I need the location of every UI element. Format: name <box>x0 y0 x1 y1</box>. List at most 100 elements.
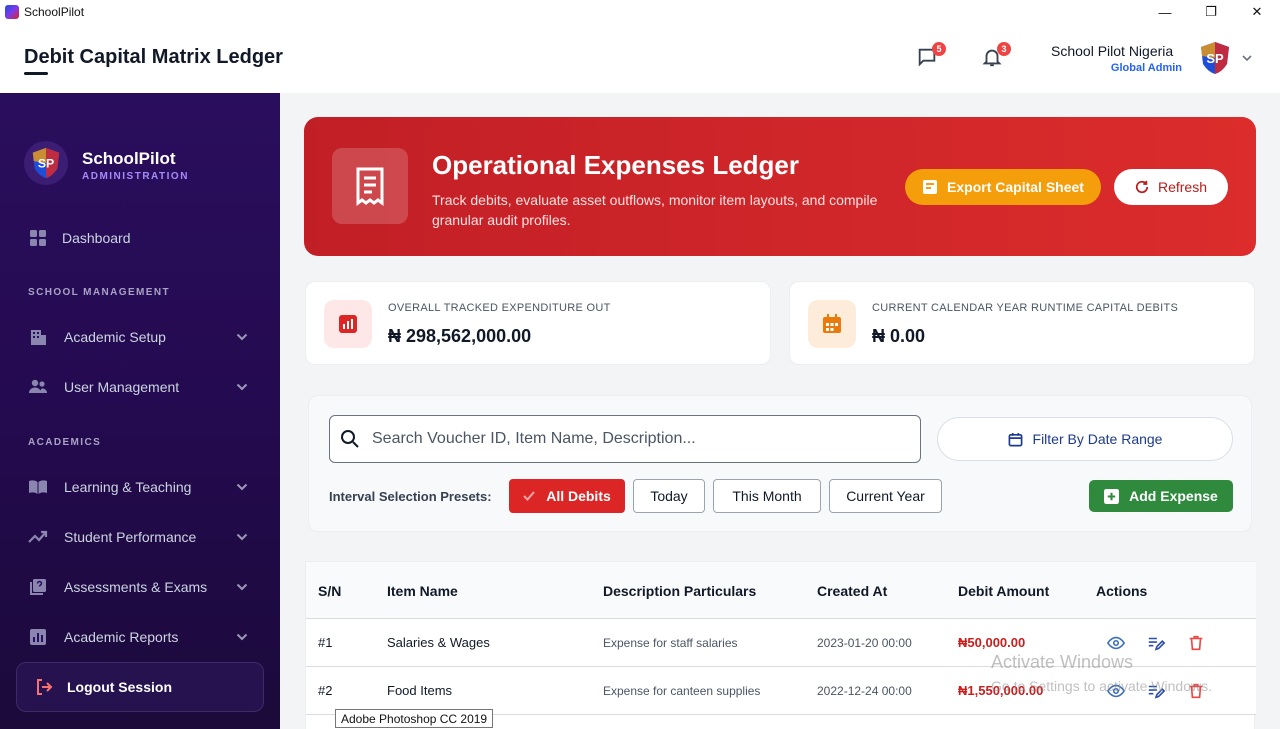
export-capital-sheet-button[interactable]: Export Capital Sheet <box>905 169 1101 205</box>
sidebar-item-dashboard[interactable]: Dashboard <box>28 224 252 252</box>
refresh-icon <box>1135 180 1149 194</box>
check-icon <box>523 491 535 501</box>
chevron-down-icon[interactable] <box>1241 52 1253 64</box>
hero-description: Track debits, evaluate asset outflows, m… <box>432 192 878 228</box>
column-header-item: Item Name <box>387 583 458 599</box>
cell-sn: #2 <box>318 683 333 698</box>
edit-note-icon[interactable] <box>1147 634 1165 652</box>
search-field[interactable] <box>329 415 921 463</box>
sidebar-item-academic-setup[interactable]: Academic Setup <box>28 323 252 351</box>
calendar-icon <box>808 300 856 348</box>
close-button[interactable]: ✕ <box>1234 0 1280 24</box>
brand-subtitle: ADMINISTRATION <box>82 171 189 182</box>
sidebar-item-label: User Management <box>64 379 180 395</box>
cell-item: Food Items <box>387 683 453 698</box>
user-name: School Pilot Nigeria <box>1051 43 1174 59</box>
brand-logo: SP <box>24 141 68 185</box>
window-titlebar: SchoolPilot — ❐ ✕ <box>0 0 1280 24</box>
section-academics: ACADEMICS <box>28 437 102 448</box>
sidebar-item-label: Assessments & Exams <box>64 579 208 595</box>
activate-windows-watermark: Activate Windows Go to Settings to activ… <box>991 652 1212 694</box>
stat-card-current-year: CURRENT CALENDAR YEAR RUNTIME CAPITAL DE… <box>789 281 1255 365</box>
chevron-down-icon <box>236 333 248 341</box>
preset-all-debits[interactable]: All Debits <box>509 479 625 513</box>
view-eye-icon[interactable] <box>1107 634 1125 652</box>
notifications-badge: 3 <box>997 42 1011 56</box>
plus-square-icon <box>1104 488 1120 504</box>
logout-button[interactable]: Logout Session <box>16 662 264 712</box>
minimize-button[interactable]: — <box>1142 0 1188 24</box>
sidebar-item-label: Academic Reports <box>64 629 179 645</box>
svg-text:SP: SP <box>1206 51 1224 66</box>
sidebar-item-user-management[interactable]: User Management <box>28 373 252 401</box>
cell-created: 2022-12-24 00:00 <box>817 684 912 698</box>
cell-item: Salaries & Wages <box>387 635 490 650</box>
watermark-title: Activate Windows <box>991 652 1134 672</box>
schoolpilot-app-icon <box>5 5 19 19</box>
window-title: SchoolPilot <box>24 5 85 19</box>
sidebar-item-student-performance[interactable]: Student Performance <box>28 523 252 551</box>
hero-banner: Operational Expenses Ledger Track debits… <box>304 117 1256 256</box>
chevron-down-icon <box>236 583 248 591</box>
expenses-table: S/N Item Name Description Particulars Cr… <box>305 561 1256 729</box>
stat-value: ₦ 0.00 <box>872 326 926 346</box>
preset-label: All Debits <box>546 488 611 504</box>
maximize-button[interactable]: ❐ <box>1188 0 1234 24</box>
chevron-down-icon <box>236 383 248 391</box>
add-expense-button[interactable]: Add Expense <box>1089 480 1233 512</box>
column-header-actions: Actions <box>1096 583 1148 599</box>
calendar-icon <box>1008 432 1022 446</box>
preset-current-year[interactable]: Current Year <box>829 479 942 513</box>
refresh-label: Refresh <box>1157 179 1208 195</box>
users-icon <box>28 377 48 397</box>
sidebar-item-academic-reports[interactable]: Academic Reports <box>28 623 252 651</box>
delete-trash-icon[interactable] <box>1187 634 1205 652</box>
chevron-down-icon <box>236 633 248 641</box>
cell-created: 2023-01-20 00:00 <box>817 636 912 650</box>
schoolpilot-shield-icon: SP <box>32 147 60 179</box>
preset-today[interactable]: Today <box>633 479 705 513</box>
column-header-sn: S/N <box>318 583 342 599</box>
taskbar-tooltip: Adobe Photoshop CC 2019 <box>335 709 494 728</box>
section-school-management: SCHOOL MANAGEMENT <box>28 287 170 298</box>
chevron-down-icon <box>236 483 248 491</box>
file-export-icon <box>923 180 938 194</box>
table-header: S/N Item Name Description Particulars Cr… <box>306 562 1256 619</box>
column-header-amount: Debit Amount <box>958 583 1050 599</box>
filter-date-range-button[interactable]: Filter By Date Range <box>937 417 1233 461</box>
user-role: Global Admin <box>1110 62 1182 74</box>
stat-value: ₦ 298,562,000.00 <box>388 326 532 346</box>
book-icon <box>28 477 48 497</box>
watermark-subtitle: Go to Settings to activate Windows. <box>991 678 1212 694</box>
add-expense-label: Add Expense <box>1129 488 1218 504</box>
sidebar-item-assessments-exams[interactable]: Assessments & Exams <box>28 573 252 601</box>
stat-label: CURRENT CALENDAR YEAR RUNTIME CAPITAL DE… <box>872 302 1179 314</box>
page-title-underline <box>24 72 48 75</box>
logout-label: Logout Session <box>67 679 172 695</box>
bar-chart-icon <box>28 627 48 647</box>
sidebar-item-label: Dashboard <box>62 230 131 246</box>
sidebar-item-learning-teaching[interactable]: Learning & Teaching <box>28 473 252 501</box>
column-header-description: Description Particulars <box>603 583 757 599</box>
sidebar: SP SchoolPilot ADMINISTRATION Dashboard … <box>0 93 280 729</box>
preset-this-month[interactable]: This Month <box>713 479 821 513</box>
receipt-icon <box>332 148 408 224</box>
filter-panel: Filter By Date Range Interval Selection … <box>308 395 1252 532</box>
avatar[interactable]: SP <box>1197 40 1233 76</box>
refresh-button[interactable]: Refresh <box>1114 169 1228 205</box>
export-label: Export Capital Sheet <box>947 179 1084 195</box>
column-header-created: Created At <box>817 583 888 599</box>
date-range-label: Filter By Date Range <box>1032 431 1163 447</box>
notifications-button[interactable]: 3 <box>981 42 1011 70</box>
trending-up-icon <box>28 527 48 547</box>
sidebar-item-label: Learning & Teaching <box>64 479 192 495</box>
cell-description: Expense for canteen supplies <box>603 684 761 698</box>
grid-icon <box>28 228 48 248</box>
cell-amount: ₦50,000.00 <box>958 635 1026 650</box>
messages-button[interactable]: 5 <box>916 42 946 70</box>
hero-title: Operational Expenses Ledger <box>432 150 800 180</box>
brand-name: SchoolPilot <box>82 149 176 168</box>
search-input[interactable] <box>372 430 892 448</box>
messages-badge: 5 <box>932 42 946 56</box>
stat-card-overall: OVERALL TRACKED EXPENDITURE OUT ₦ 298,56… <box>305 281 771 365</box>
